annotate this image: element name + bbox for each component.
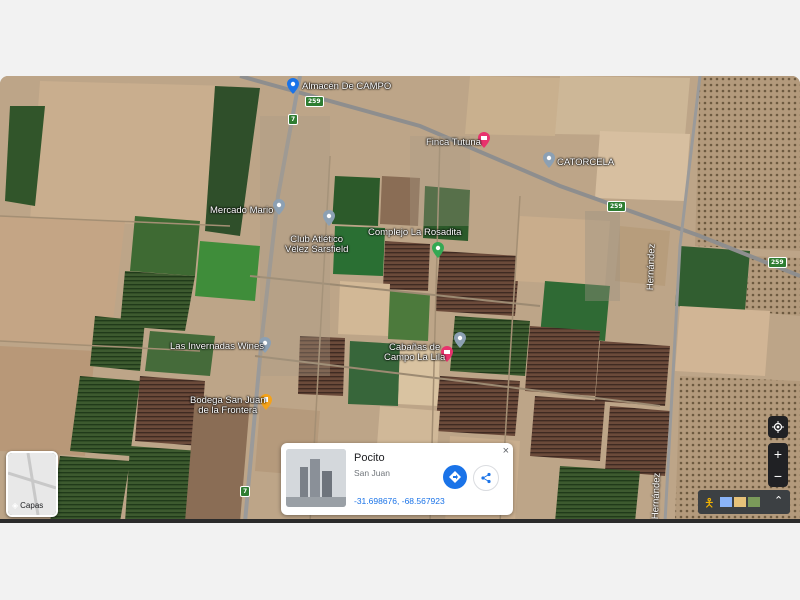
share-button[interactable]: [473, 465, 499, 491]
my-location-button[interactable]: [768, 416, 788, 438]
place-pin-icon[interactable]: [543, 152, 555, 168]
place-pin-icon[interactable]: [273, 199, 285, 215]
imagery-thumb[interactable]: [720, 497, 732, 507]
road-shield: 7: [288, 114, 299, 125]
layers-label: Capas: [20, 501, 44, 510]
close-button[interactable]: ×: [503, 445, 509, 457]
place-coordinates[interactable]: -31.698676, -68.567923: [354, 496, 445, 506]
poi-label[interactable]: Almacén De CAMPO: [302, 82, 391, 92]
road-shield: 259: [305, 96, 324, 107]
zoom-in-button[interactable]: +: [768, 443, 788, 465]
place-title: Pocito: [354, 452, 385, 464]
road-shield: 259: [607, 201, 626, 212]
directions-icon: [449, 471, 461, 483]
poi-label[interactable]: Cabañas de Campo La Lila: [384, 343, 445, 363]
park-pin-icon[interactable]: [432, 242, 444, 258]
poi-label[interactable]: CATORCELA: [557, 158, 614, 168]
attribution-bar: [0, 519, 800, 523]
directions-button[interactable]: [443, 465, 467, 489]
road-shield: 259: [768, 257, 787, 268]
poi-label[interactable]: Complejo La Rosadita: [368, 228, 461, 238]
imagery-strip: 🯅 ⌃: [698, 490, 790, 514]
poi-label[interactable]: Las Invernadas Wines: [170, 342, 264, 352]
place-pin-icon[interactable]: [323, 210, 335, 226]
layers-icon: ◈: [12, 501, 19, 510]
layers-button[interactable]: ◈ Capas: [6, 451, 58, 517]
poi-label[interactable]: Mercado Mario: [210, 206, 273, 216]
shopping-pin-icon[interactable]: [287, 78, 299, 94]
place-pin-icon[interactable]: [454, 332, 466, 348]
zoom-out-button[interactable]: −: [768, 465, 788, 487]
imagery-thumb[interactable]: [748, 497, 760, 507]
poi-label[interactable]: Finca Tutuna: [426, 138, 481, 148]
imagery-thumb[interactable]: [734, 497, 746, 507]
place-thumbnail[interactable]: [286, 449, 346, 507]
place-subtitle: San Juan: [354, 468, 390, 478]
road-name: Hernández: [645, 243, 658, 291]
location-icon: [772, 421, 784, 433]
road-shield: 7: [240, 486, 251, 497]
pegman-icon[interactable]: 🯅: [704, 494, 715, 515]
place-info-card[interactable]: Pocito San Juan -31.698676, -68.567923 ×: [281, 443, 513, 515]
poi-label[interactable]: Bodega San Juan de la Frontera: [190, 396, 266, 416]
poi-label[interactable]: Club Atlético Vélez Sarsfield: [285, 235, 348, 255]
expand-button[interactable]: ⌃: [774, 494, 783, 507]
road-name: Hernández: [650, 472, 663, 520]
share-icon: [481, 472, 491, 484]
